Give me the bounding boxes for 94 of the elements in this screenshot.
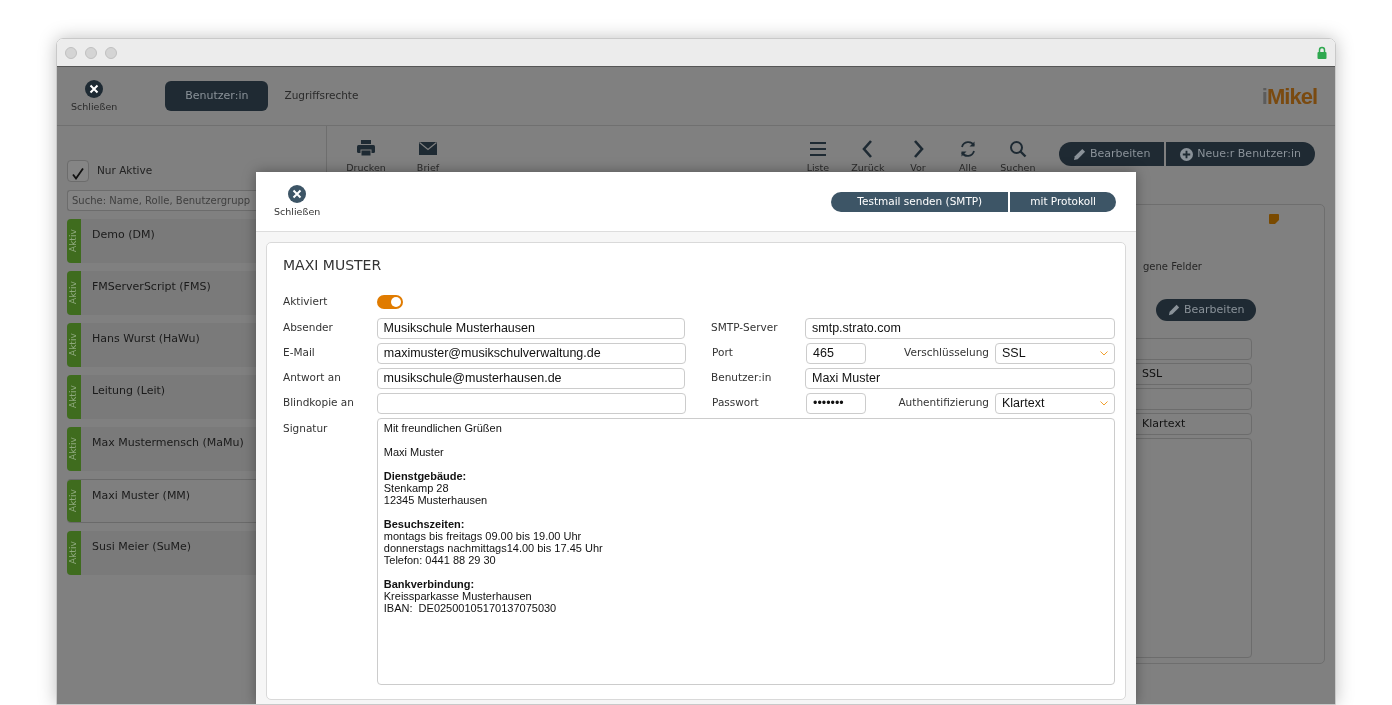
signature-line: montags bis freitags 09.00 bis 19.00 Uhr	[383, 529, 582, 542]
signature-line: Bankverbindung:	[383, 577, 475, 590]
window-close-button[interactable]	[65, 46, 77, 59]
field-label: E-Mail	[283, 345, 316, 361]
dropdown[interactable]: Klartext	[995, 392, 1115, 414]
panel-caption: gene Felder	[1142, 260, 1203, 274]
checkbox-label: Nur Aktive	[97, 163, 153, 179]
action-button[interactable]: mit Protokoll	[1010, 191, 1116, 212]
field-label: Absender	[283, 320, 334, 336]
printer-icon	[357, 140, 375, 158]
signature-line: Kreissparkasse Musterhausen	[383, 589, 532, 602]
field-label: Passwort	[712, 395, 760, 411]
signature-line: 12345 Musterhausen	[383, 493, 488, 506]
toolbar-button[interactable]: Vor	[892, 140, 943, 174]
input-field[interactable]: maximuster@musikschulverwaltung.de	[376, 342, 686, 364]
status-tag: Aktiv	[67, 480, 81, 522]
toolbar-button[interactable]: Suchen	[992, 140, 1043, 174]
signature-line: Dienstgebäude:	[383, 469, 467, 482]
search-icon	[1008, 140, 1027, 158]
close-icon	[85, 79, 104, 98]
menu-icon	[808, 140, 827, 158]
toolbar-button[interactable]: Alle	[942, 140, 993, 174]
signature-line: Maxi Muster	[383, 445, 444, 458]
status-tag: Aktiv	[67, 271, 81, 315]
user-name: Leitung (Leit)	[91, 383, 166, 399]
field-label: Blindkopie an	[283, 395, 355, 411]
field-label: Authentifizierung	[897, 395, 990, 411]
pencil-icon	[1168, 304, 1180, 316]
user-list-item[interactable]: Aktiv Maxi Muster (MM)	[67, 479, 257, 523]
close-button[interactable]: Schließen	[71, 79, 118, 113]
lock-icon	[1317, 46, 1327, 59]
user-list-item[interactable]: Aktiv Demo (DM)	[67, 219, 257, 263]
input-field[interactable]: •••••••	[806, 392, 866, 414]
signature-line: Mit freundlichen Grüßen	[383, 421, 502, 434]
user-list-item[interactable]: Aktiv Max Mustermensch (MaMu)	[67, 427, 257, 471]
signature-field[interactable]	[376, 417, 1115, 685]
input-field[interactable]	[376, 392, 686, 414]
note-icon	[1269, 214, 1279, 224]
envelope-icon	[419, 140, 437, 158]
user-name: Maxi Muster (MM)	[91, 488, 191, 504]
edit-button[interactable]: Bearbeiten	[1156, 299, 1257, 321]
status-tag: Aktiv	[67, 531, 81, 575]
input-field[interactable]: Maxi Muster	[805, 367, 1115, 389]
field-label: Antwort an	[283, 370, 342, 386]
chevron-down-icon	[1100, 350, 1108, 356]
user-name: Max Mustermensch (MaMu)	[91, 435, 244, 451]
signature-line: IBAN: DE02500105170137075030	[383, 601, 557, 614]
input-field[interactable]: smtp.strato.com	[805, 317, 1115, 339]
user-name: Hans Wurst (HaWu)	[91, 331, 200, 347]
tab[interactable]: Zugriffsrechte	[284, 81, 359, 111]
search-field[interactable]: Suche: Name, Rolle, Benutzergrupp	[67, 190, 257, 211]
user-list-item[interactable]: Aktiv Leitung (Leit)	[67, 375, 257, 419]
toolbar-button[interactable]: Zurück	[842, 140, 893, 174]
status-tag: Aktiv	[67, 427, 81, 471]
field-label: Verschlüsselung	[903, 345, 990, 361]
user-name: FMServerScript (FMS)	[91, 279, 211, 295]
field-label: Benutzer:in	[711, 370, 773, 386]
refresh-icon	[958, 140, 977, 158]
signature-line: Stenkamp 28	[383, 481, 449, 494]
input-field[interactable]: 465	[806, 342, 866, 364]
field-label: Port	[712, 345, 734, 361]
field-label: Aktiviert	[283, 294, 329, 309]
user-name: Susi Meier (SuMe)	[91, 539, 192, 555]
close-icon	[288, 185, 307, 204]
dialog-title: MAXI MUSTER	[283, 256, 383, 275]
field-label: SMTP-Server	[711, 320, 779, 336]
status-tag: Aktiv	[67, 375, 81, 419]
action-button[interactable]: Testmail senden (SMTP)	[831, 191, 1009, 212]
check-icon	[72, 167, 84, 180]
pencil-icon	[1072, 147, 1086, 161]
close-button[interactable]: Schließen	[274, 185, 321, 218]
status-tag: Aktiv	[67, 219, 81, 263]
toolbar-button[interactable]: Neue:r Benutzer:in	[1166, 142, 1315, 166]
chevron-down-icon	[1100, 400, 1108, 406]
plus-icon	[1180, 147, 1194, 161]
signature-line: Besuchszeiten:	[383, 517, 465, 530]
status-tag: Aktiv	[67, 323, 81, 367]
user-name: Demo (DM)	[91, 227, 155, 243]
signature-line: donnerstags nachmittags14.00 bis 17.45 Uhr	[383, 541, 603, 554]
user-list-item[interactable]: Aktiv Hans Wurst (HaWu)	[67, 323, 257, 367]
input-field[interactable]: musikschule@musterhausen.de	[376, 367, 685, 389]
toggle-switch[interactable]	[377, 294, 403, 309]
window-minimize-button[interactable]	[85, 46, 97, 59]
field-label: Signatur	[283, 420, 329, 436]
user-list-item[interactable]: Aktiv Susi Meier (SuMe)	[67, 531, 257, 575]
toolbar-button[interactable]: Liste	[792, 140, 843, 174]
toolbar-button[interactable]: Bearbeiten	[1058, 142, 1165, 166]
tab[interactable]: Benutzer:in	[165, 81, 269, 111]
user-list-item[interactable]: Aktiv FMServerScript (FMS)	[67, 271, 257, 315]
dropdown[interactable]: SSL	[995, 342, 1115, 364]
signature-line: Telefon: 0441 88 29 30	[383, 553, 496, 566]
window-zoom-button[interactable]	[105, 46, 117, 59]
input-field[interactable]: Musikschule Musterhausen	[376, 317, 685, 339]
checkbox[interactable]	[67, 160, 89, 182]
